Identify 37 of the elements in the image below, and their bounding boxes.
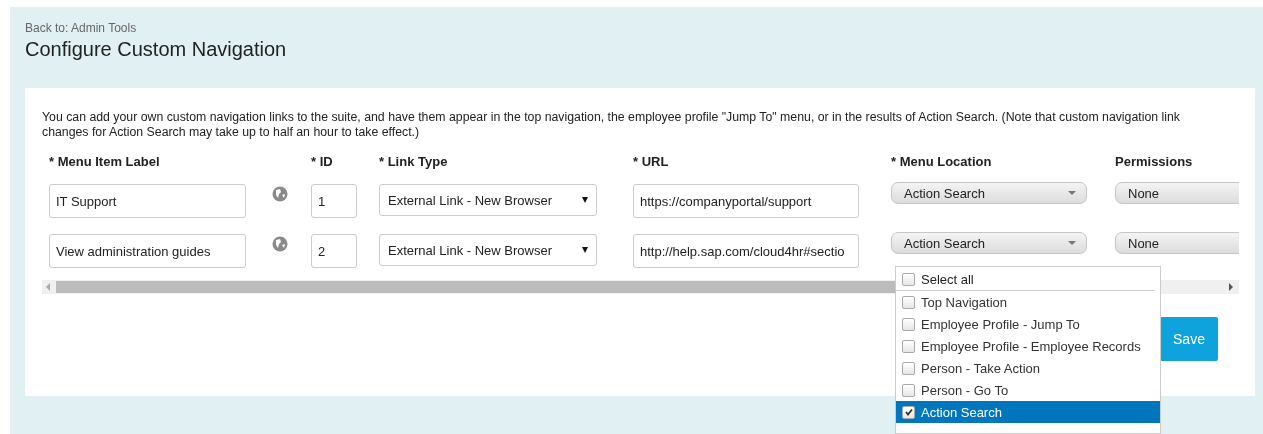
id-field[interactable]: 2	[311, 234, 357, 268]
label-field[interactable]: View administration guides	[49, 234, 246, 268]
checkbox[interactable]	[902, 317, 915, 331]
dropdown-option[interactable]: Person - Go To	[896, 379, 1160, 401]
column-header: Permissions	[1115, 154, 1193, 169]
permissions-select[interactable]: None	[1115, 232, 1239, 254]
page-title: Configure Custom Navigation	[25, 38, 288, 61]
label-field[interactable]: IT Support	[49, 184, 246, 218]
checkbox[interactable]	[902, 361, 915, 375]
dropdown-option[interactable]: Person - Take Action	[896, 357, 1160, 379]
menu-location-select[interactable]: Action Search	[891, 182, 1087, 204]
back-link[interactable]: Back to: Admin Tools	[25, 21, 137, 35]
globe-icon[interactable]	[272, 186, 288, 202]
url-field[interactable]: https://companyportal/support	[633, 184, 859, 218]
checkbox[interactable]	[902, 339, 915, 353]
dropdown-option[interactable]: Action Search	[896, 401, 1160, 423]
column-header: * URL	[633, 154, 669, 169]
id-field[interactable]: 1	[311, 184, 357, 218]
globe-icon[interactable]	[272, 236, 288, 252]
permissions-select[interactable]: None	[1115, 182, 1239, 204]
dropdown-option[interactable]: Employee Profile - Employee Records	[896, 335, 1160, 357]
checkbox[interactable]	[902, 295, 915, 309]
checkbox[interactable]	[902, 383, 915, 397]
checkbox[interactable]	[902, 405, 915, 419]
intro-text: You can add your own custom navigation links to the suite, and have them appear in the top navigation, the employee profile "Jump To" menu, or in the results of Action Search. (Note that custom navigation link changes for Action Search may take up to half an hour to take effect.)	[42, 110, 1181, 140]
menu-location-select[interactable]: Action Search	[891, 232, 1087, 254]
link-type-select[interactable]: External Link - New Browser	[379, 234, 597, 266]
dropdown-option[interactable]: Select all	[896, 268, 1155, 291]
dropdown-option[interactable]: Employee Profile - Jump To	[896, 313, 1160, 335]
column-header: * Menu Item Label	[49, 154, 160, 169]
link-type-select[interactable]: External Link - New Browser	[379, 184, 597, 216]
checkbox[interactable]	[902, 272, 915, 286]
column-header: * Link Type	[379, 154, 448, 169]
column-header: * Menu Location	[891, 154, 992, 169]
url-field[interactable]: http://help.sap.com/cloud4hr#sectio	[633, 234, 859, 268]
dropdown-option[interactable]: Top Navigation	[896, 291, 1160, 313]
column-header: * ID	[311, 154, 333, 169]
